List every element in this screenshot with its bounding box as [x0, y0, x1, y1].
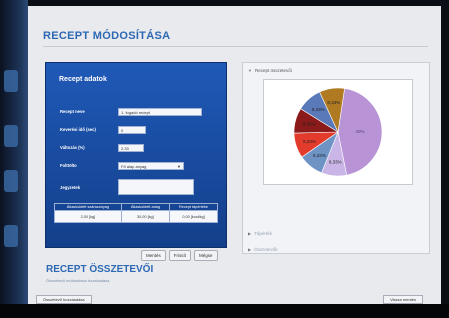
cancel-button[interactable]: Mégse: [194, 250, 218, 261]
chevron-down-icon: ▼: [177, 163, 181, 169]
recipe-data-panel: Recept adatok Recept neve 1. fogadó rece…: [45, 62, 227, 248]
ingredients-accordion: ▼ Recept összetevői 40% 8,33% 8,33% 8,33% 8,…: [242, 62, 430, 254]
title-divider: [43, 46, 428, 47]
background-shape: [4, 170, 18, 192]
refresh-button[interactable]: Frissít: [168, 250, 192, 261]
table-header-cell: Átlaskoktett szárazanyag: [54, 203, 122, 211]
form-buttons: Mentés Frissít Mégse: [141, 250, 218, 261]
accordion-header-components[interactable]: ▶ Összetevők: [243, 244, 429, 254]
app-screen: RECEPT MÓDOSÍTÁSA Recept adatok Recept n…: [28, 6, 441, 304]
recipe-name-input[interactable]: 1. fogadó recept: [118, 107, 202, 116]
field-mix-time: Keverési idő (sec) 0: [60, 125, 146, 134]
accordion-header-nutrition[interactable]: ▶ Tápérték: [243, 228, 429, 238]
accordion-label: Összetevők: [254, 246, 278, 252]
field-label: Recept neve: [60, 109, 85, 114]
pie-slice-label: 8,33%: [329, 159, 342, 164]
page-title: RECEPT MÓDOSÍTÁSA: [43, 30, 171, 42]
pie-slice-label: 8,33%: [303, 139, 316, 144]
pie-slice-label: 8,33%: [303, 122, 316, 127]
field-recipe-name: Recept neve 1. fogadó recept: [60, 107, 202, 116]
field-label: Változás (%): [60, 145, 85, 150]
pie-chart-frame: 40% 8,33% 8,33% 8,33% 8,33% 8,33% 8,33%: [263, 79, 413, 185]
section-title: RECEPT ÖSSZETEVŐI: [46, 264, 154, 275]
pie-slice-label: 8,33%: [327, 100, 340, 105]
table-cell: 30,00 [kg]: [120, 210, 171, 223]
field-label: Folttölto: [60, 163, 77, 168]
notes-textarea[interactable]: [118, 179, 194, 195]
table-header-cell: Átlaskoktett adag: [120, 203, 171, 211]
field-change: Változás (%) 2,33: [60, 143, 144, 152]
accordion-label: Recept összetevői: [254, 67, 292, 73]
table-row: 2,00 [kg] 30,00 [kg] 0,00 [kcal/kg]: [54, 210, 218, 223]
table-cell: 0,00 [kcal/kg]: [169, 210, 218, 223]
mix-time-input[interactable]: 0: [118, 125, 146, 134]
table-header-cell: Recept tápértéke: [169, 203, 218, 211]
field-filler: Folttölto Fő alap anyag ▼: [60, 161, 184, 170]
table-header-row: Átlaskoktett szárazanyag Átlaskoktett ad…: [54, 203, 218, 211]
field-label: Jegyzetek: [60, 184, 81, 190]
background-shape: [4, 70, 18, 92]
background-shape: [4, 225, 18, 247]
chevron-right-icon: ▶: [248, 246, 252, 252]
monitor-bezel-bottom: [0, 304, 449, 318]
filler-select[interactable]: Fő alap anyag ▼: [118, 161, 184, 170]
accordion-header-ingredients[interactable]: ▼ Recept összetevői: [243, 65, 429, 75]
save-button[interactable]: Mentés: [141, 250, 166, 261]
form-title: Recept adatok: [59, 76, 107, 83]
results-table: Átlaskoktett szárazanyag Átlaskoktett ad…: [54, 203, 218, 223]
monitor-bezel-left: [0, 0, 28, 318]
chevron-right-icon: ▶: [248, 230, 252, 236]
back-save-button[interactable]: Vissza mentés: [383, 295, 423, 304]
field-notes: Jegyzetek: [60, 179, 194, 195]
chevron-down-icon: ▼: [248, 67, 252, 73]
select-value: Fő alap anyag: [121, 163, 147, 169]
table-cell: 2,00 [kg]: [54, 210, 122, 223]
add-ingredient-button[interactable]: Összetevő hozzáadása: [36, 295, 92, 304]
change-percent-input[interactable]: 2,33: [118, 143, 144, 152]
pie-slice-label: 40%: [355, 129, 364, 134]
section-subtitle: Összetevő módosítása hozzáadása: [46, 278, 110, 283]
pie-slice-label: 8,33%: [312, 107, 325, 112]
pie-chart: 40%8,33%8,33%8,33%8,33%8,33%8,33%: [293, 87, 383, 177]
field-label: Keverési idő (sec): [60, 127, 96, 132]
background-shape: [4, 125, 18, 147]
accordion-label: Tápérték: [254, 230, 272, 236]
pie-slice-label: 8,33%: [313, 153, 326, 158]
